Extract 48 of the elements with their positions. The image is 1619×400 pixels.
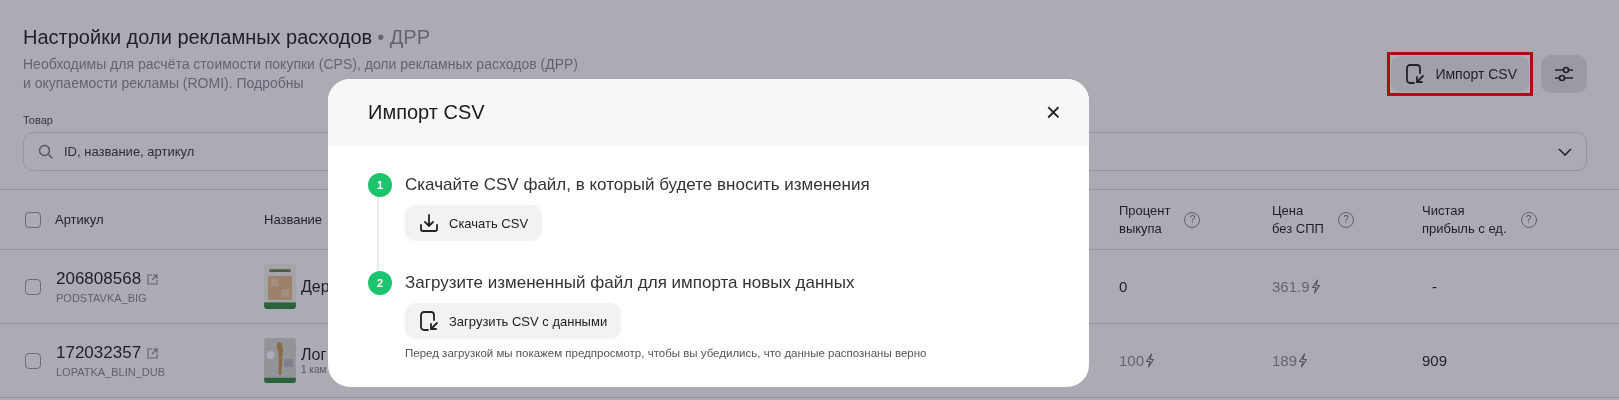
table-cell: 361.9 (1272, 278, 1422, 295)
table-cell-text: 909 (1422, 352, 1449, 369)
page-title: Настройки доли рекламных расходов (23, 26, 373, 49)
sku-link[interactable]: 172032357 (56, 343, 142, 363)
chevron-down-icon (1558, 147, 1572, 156)
checkbox[interactable] (25, 211, 41, 228)
table-cell: 189 (1272, 352, 1422, 369)
step-number: 2 (368, 271, 392, 295)
dialog-title: Импорт CSV (368, 101, 485, 124)
import-icon (419, 310, 439, 332)
step-number: 1 (368, 173, 392, 197)
download-button[interactable]: Скачать CSV (405, 205, 543, 241)
external-link-icon[interactable] (147, 273, 159, 285)
step-title: Загрузите измененный файл для импорта новых данных (405, 273, 856, 293)
upload-button[interactable]: Загрузить CSV с данными (405, 303, 622, 339)
import-icon (1405, 63, 1426, 85)
column-header: Артикул (55, 210, 104, 229)
sku-link[interactable]: 206808568 (56, 269, 142, 289)
table-cell-text: 0 (1119, 278, 1129, 295)
product-name: Лог (301, 346, 327, 364)
checkbox[interactable] (25, 278, 41, 295)
field-label: Товар (23, 114, 53, 126)
vendor-code: LOPATKA_BLIN_DUB (56, 366, 166, 378)
description-text: и окупаемости рекламы (ROMI). Подробны (23, 74, 305, 93)
column-header: Чистая прибыль с ед. (1422, 201, 1507, 238)
lightning-icon (1310, 279, 1321, 294)
download-icon (419, 213, 439, 233)
lightning-icon (1145, 353, 1156, 368)
lightning-icon (1298, 353, 1309, 368)
column-header: Название (264, 210, 323, 229)
external-link-icon[interactable] (147, 347, 159, 359)
column-header: Процент выкупа (1119, 201, 1171, 238)
import-button[interactable]: Импорт CSV (1391, 56, 1529, 92)
table-cell: 100 (1119, 352, 1272, 369)
table-cell-text: - (1432, 278, 1438, 295)
vendor-code: PODSTAVKA_BIG (56, 292, 148, 304)
column-header: Цена без СПП (1272, 201, 1324, 238)
search-icon (38, 143, 54, 160)
step-title: Скачайте CSV файл, в который будете вносить изменения (405, 175, 871, 195)
page-subtitle: • ДРР (377, 26, 431, 49)
close-button[interactable]: × (1045, 97, 1061, 128)
product-subtitle: 1 кам (301, 364, 327, 375)
settings-button[interactable] (1541, 55, 1587, 93)
hint-text: Перед загрузкой мы покажем предпросмотр, чтобы вы убедились, что данные распознаны верно (405, 347, 928, 359)
description-text: Необходимы для расчёта стоимости покупки (CPS), доли рекламных расходов (ДРР) (23, 55, 578, 74)
sliders-icon (1554, 66, 1574, 82)
product-name: Дер (301, 277, 330, 296)
checkbox[interactable] (25, 352, 41, 369)
